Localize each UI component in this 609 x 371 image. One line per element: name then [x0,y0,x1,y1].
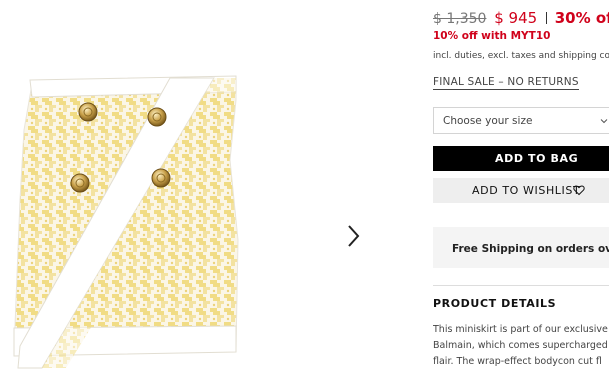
duties-note: incl. duties, excl. taxes and shipping c… [433,51,609,61]
size-select-label: Choose your size [443,115,533,127]
final-sale-link[interactable]: FINAL SALE – NO RETURNS [433,76,579,90]
product-details-text: This miniskirt is part of our exclusive … [433,322,609,370]
free-shipping-text: Free Shipping on orders over $450 [452,243,609,255]
add-to-wishlist-label: ADD TO WISHLIST [472,184,581,197]
discount-badge: 30% off [554,9,609,27]
product-details-line: Balmain, which comes supercharged [433,340,608,351]
product-image [13,75,239,369]
product-details-line: flair. The wrap-effect bodycon cut fl [433,356,602,367]
heart-outline-icon [573,185,585,196]
sale-price: $ 945 [494,9,538,27]
product-details-line: This miniskirt is part of our exclusive [433,324,608,335]
gold-button [78,102,98,122]
product-gallery [0,0,380,371]
chevron-down-icon [600,119,608,124]
chevron-right-icon[interactable] [343,222,365,250]
original-price: $ 1,350 [433,11,487,27]
product-info-panel: $ 1,350 $ 945 30% off 10% off with MYT10… [433,0,609,371]
price-row: $ 1,350 $ 945 30% off [433,9,609,28]
gold-button [151,168,171,188]
promo-code-text: 10% off with MYT10 [433,30,551,42]
gold-button [147,107,167,127]
add-to-wishlist-button[interactable]: ADD TO WISHLIST [433,178,609,203]
product-details-heading: PRODUCT DETAILS [433,297,557,310]
gold-button [70,173,90,193]
divider [433,285,609,286]
free-shipping-banner: Free Shipping on orders over $450 [433,227,609,268]
add-to-bag-button[interactable]: ADD TO BAG [433,146,609,171]
size-select[interactable]: Choose your size [433,107,609,134]
price-separator [545,12,547,24]
add-to-bag-label: ADD TO BAG [495,152,579,165]
